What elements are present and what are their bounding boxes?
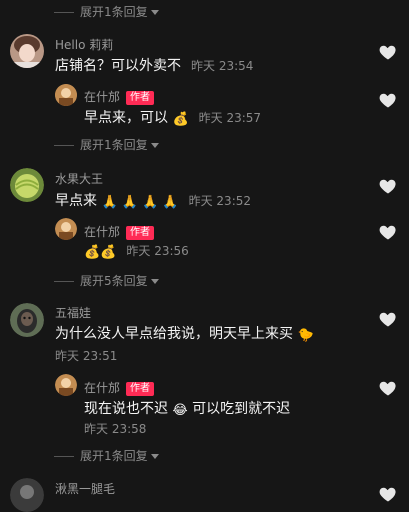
avatar-image bbox=[10, 168, 44, 202]
reply-username[interactable]: 在什邡 bbox=[84, 381, 120, 395]
heart-icon[interactable] bbox=[378, 176, 398, 196]
avatar[interactable] bbox=[10, 168, 44, 202]
money-bag-emoji: 💰💰 bbox=[84, 245, 117, 260]
comment-time: 昨天 23:51 bbox=[55, 349, 118, 363]
avatar[interactable] bbox=[10, 478, 44, 512]
caret-down-icon bbox=[150, 454, 159, 459]
reply-header: 在什邡 作者 bbox=[84, 86, 155, 105]
folded-hands-emoji: 🙏 🙏 🙏 🙏 bbox=[101, 195, 179, 210]
comment-text: 店铺名？可以外卖不 昨天 23:54 bbox=[55, 58, 254, 74]
avatar-image bbox=[10, 303, 44, 337]
heart-icon[interactable] bbox=[378, 309, 398, 329]
comment-text: 早点来 🙏 🙏 🙏 🙏 昨天 23:52 bbox=[55, 193, 252, 210]
author-avatar[interactable] bbox=[55, 218, 77, 240]
comment-username[interactable]: 水果大王 bbox=[55, 170, 103, 187]
heart-icon[interactable] bbox=[378, 378, 398, 398]
comment-text: 为什么没人早点给我说，明天早上来买 🐤 bbox=[55, 326, 314, 343]
avatar[interactable] bbox=[10, 34, 44, 68]
comment-username[interactable]: 五福娃 bbox=[55, 304, 91, 321]
expand-replies-top[interactable]: 展开1条回复 bbox=[54, 3, 159, 20]
reply-text: 现在说也不迟 😂 可以吃到就不迟 bbox=[84, 401, 291, 418]
heart-icon[interactable] bbox=[378, 484, 398, 504]
avatar-image bbox=[55, 218, 77, 240]
heart-icon[interactable] bbox=[378, 42, 398, 62]
reply-text: 早点来，可以 💰 昨天 23:57 bbox=[84, 110, 262, 127]
reply-time: 昨天 23:58 bbox=[84, 422, 147, 436]
reply-username[interactable]: 在什邡 bbox=[84, 225, 120, 239]
reply-text: 💰💰 昨天 23:56 bbox=[84, 244, 189, 260]
author-badge: 作者 bbox=[126, 382, 155, 396]
tears-of-joy-emoji: 😂 bbox=[172, 403, 188, 418]
author-avatar[interactable] bbox=[55, 84, 77, 106]
avatar-image bbox=[10, 478, 44, 512]
avatar-image bbox=[55, 84, 77, 106]
avatar[interactable] bbox=[10, 303, 44, 337]
comment-username[interactable]: 湫黑一腿毛 bbox=[55, 480, 115, 497]
comment-username[interactable]: Hello 莉莉 bbox=[55, 36, 113, 53]
avatar-image bbox=[55, 374, 77, 396]
expand-replies[interactable]: 展开5条回复 bbox=[54, 272, 159, 289]
reply-header: 在什邡 作者 bbox=[84, 221, 155, 240]
heart-icon[interactable] bbox=[378, 90, 398, 110]
expand-replies[interactable]: 展开1条回复 bbox=[54, 447, 159, 464]
caret-down-icon bbox=[150, 143, 159, 148]
divider-line bbox=[54, 12, 74, 13]
author-avatar[interactable] bbox=[55, 374, 77, 396]
money-bag-emoji: 💰 bbox=[172, 112, 189, 127]
expand-replies[interactable]: 展开1条回复 bbox=[54, 136, 159, 153]
reply-header: 在什邡 作者 bbox=[84, 377, 155, 396]
divider-line bbox=[54, 456, 74, 457]
heart-icon[interactable] bbox=[378, 222, 398, 242]
reply-username[interactable]: 在什邡 bbox=[84, 90, 120, 104]
divider-line bbox=[54, 281, 74, 282]
author-badge: 作者 bbox=[126, 91, 155, 105]
author-badge: 作者 bbox=[126, 226, 155, 240]
divider-line bbox=[54, 145, 74, 146]
avatar-image bbox=[10, 36, 44, 68]
caret-down-icon bbox=[150, 10, 159, 15]
caret-down-icon bbox=[150, 279, 159, 284]
chick-emoji: 🐤 bbox=[297, 328, 314, 343]
